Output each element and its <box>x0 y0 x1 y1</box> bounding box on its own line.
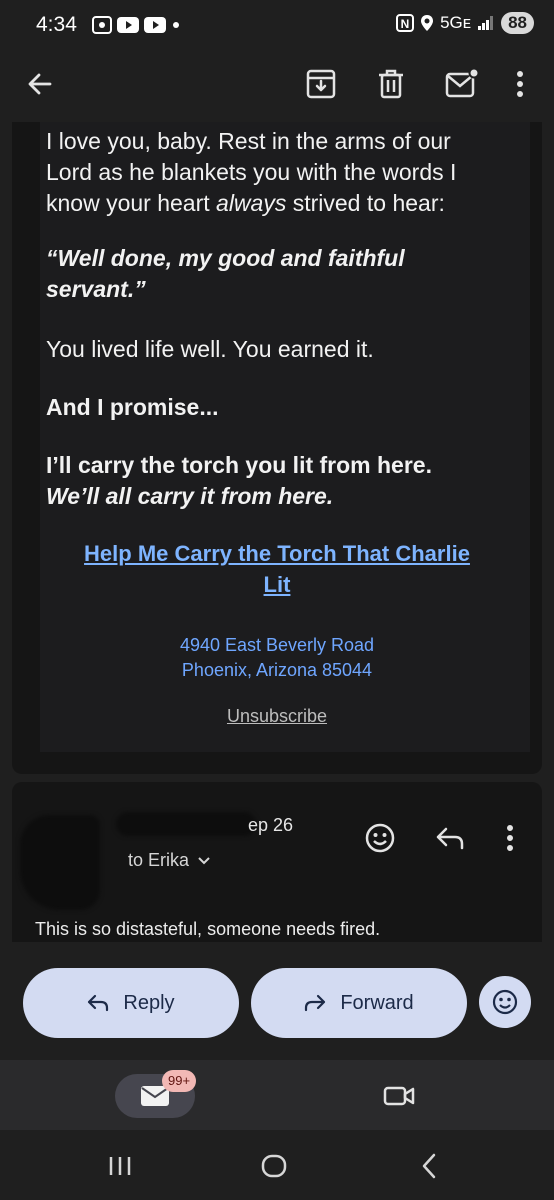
email-paragraph-4: And I promise... <box>46 394 219 420</box>
email-quote: “Well done, my good and faithful servant… <box>46 243 506 305</box>
app-bar <box>0 48 554 122</box>
address-line[interactable]: 4940 East Beverly Road <box>50 633 504 658</box>
forward-button[interactable]: Forward <box>251 968 467 1038</box>
youtube-icon <box>117 17 139 33</box>
email-text-line: I love you, baby. Rest in the arms of ou… <box>46 128 451 154</box>
status-time: 4:34 <box>36 13 77 36</box>
unsubscribe-link[interactable]: Unsubscribe <box>50 706 504 727</box>
recent-apps-icon[interactable] <box>108 1155 132 1177</box>
reply-button-label: Reply <box>123 991 175 1014</box>
chevron-down-icon[interactable] <box>197 856 211 866</box>
recipient-line[interactable]: to Erika <box>128 850 211 871</box>
emoji-react-icon[interactable] <box>364 822 396 854</box>
bottom-navigation <box>0 1060 554 1130</box>
signal-icon <box>478 16 494 30</box>
status-notification-icons <box>92 16 181 34</box>
redacted-sender-name <box>116 812 256 836</box>
email-text: strived to hear: <box>286 190 445 216</box>
reply-icon[interactable] <box>435 826 465 850</box>
address-link[interactable]: 4940 East Beverly Road Phoenix, Arizona … <box>50 633 504 683</box>
unread-count-badge: 99+ <box>162 1070 197 1092</box>
quote-line: servant.” <box>46 276 146 302</box>
email-emphasis: always <box>216 190 287 216</box>
reply-button[interactable]: Reply <box>23 968 239 1038</box>
cta-link-line[interactable]: Lit <box>50 569 504 600</box>
reply-message-body: This is so distasteful, someone needs fi… <box>35 919 381 939</box>
video-camera-icon[interactable] <box>383 1084 415 1108</box>
forward-icon <box>305 994 326 1012</box>
arrow-left-icon[interactable] <box>26 70 54 98</box>
back-nav-icon[interactable] <box>420 1153 438 1179</box>
emoji-reaction-button[interactable] <box>479 976 531 1028</box>
status-bar: 4:34 N 5Gᴇ 88 <box>0 0 554 48</box>
dot-icon <box>173 22 179 28</box>
more-vert-icon[interactable] <box>504 824 516 852</box>
trash-icon[interactable] <box>376 68 406 100</box>
more-vert-icon[interactable] <box>514 70 526 98</box>
location-icon <box>421 15 434 31</box>
status-system-icons: N 5Gᴇ 88 <box>396 12 534 34</box>
email-text-line: We’ll all carry it from here. <box>46 483 334 509</box>
email-text-line: know your heart always strived to hear: <box>46 188 506 219</box>
address-line[interactable]: Phoenix, Arizona 85044 <box>50 658 504 683</box>
reply-icon <box>88 994 109 1012</box>
email-paragraph-1: I love you, baby. Rest in the arms of ou… <box>46 126 506 219</box>
svg-text:N: N <box>401 17 410 31</box>
battery-indicator: 88 <box>501 12 534 34</box>
email-text-line: I’ll carry the torch you lit from here. <box>46 452 432 478</box>
quote-line: “Well done, my good and faithful <box>46 245 405 271</box>
nfc-icon: N <box>396 14 415 32</box>
mark-unread-icon[interactable] <box>445 68 479 100</box>
email-text-line: Lord as he blankets you with the words I <box>46 159 457 185</box>
cta-link-line[interactable]: Help Me Carry the Torch That Charlie <box>50 538 504 569</box>
recipient-label: to Erika <box>128 850 190 870</box>
email-text: know your heart <box>46 190 217 216</box>
archive-icon[interactable] <box>305 68 337 100</box>
network-label: 5Gᴇ <box>440 13 472 32</box>
cta-link[interactable]: Help Me Carry the Torch That Charlie Lit <box>50 538 504 600</box>
message-date: ep 26 <box>248 815 294 835</box>
email-paragraph-3: You lived life well. You earned it. <box>46 336 374 362</box>
emoji-icon <box>492 989 518 1015</box>
email-paragraph-5: I’ll carry the torch you lit from here. … <box>46 450 506 512</box>
forward-button-label: Forward <box>340 991 414 1014</box>
home-icon[interactable] <box>261 1154 287 1178</box>
youtube-icon <box>144 17 166 33</box>
screenshot-icon <box>92 16 112 34</box>
redacted-avatar <box>20 815 100 910</box>
